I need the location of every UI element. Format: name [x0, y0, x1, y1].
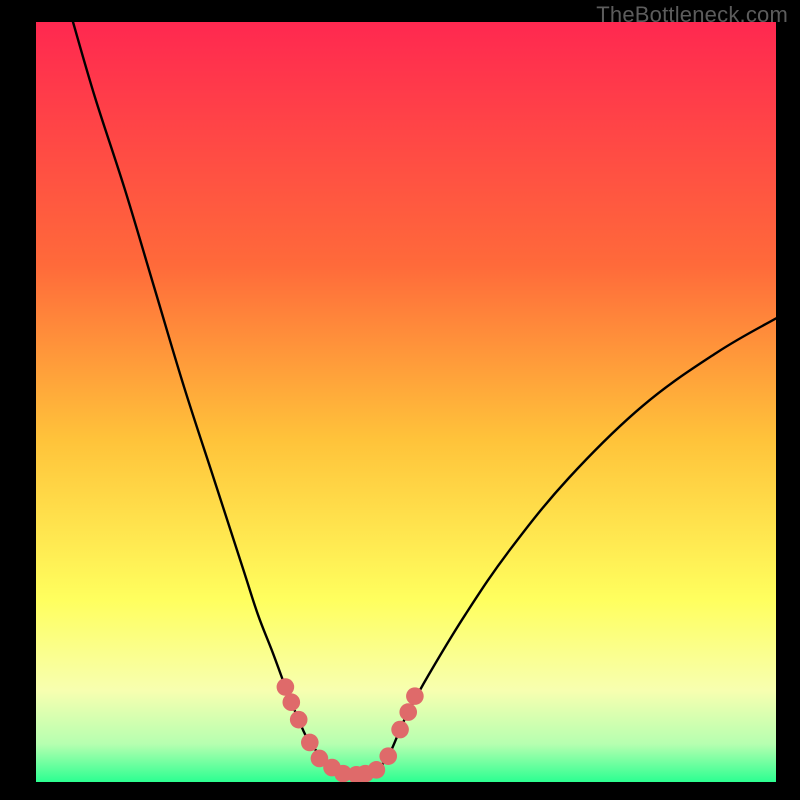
marker-dot: [368, 761, 386, 779]
marker-dot: [290, 711, 308, 729]
marker-dot: [399, 703, 417, 721]
marker-dot: [277, 678, 295, 696]
chart-frame: TheBottleneck.com: [0, 0, 800, 800]
marker-dot: [283, 693, 301, 711]
marker-dot: [379, 747, 397, 765]
bottleneck-plot: [36, 22, 776, 782]
marker-dot: [301, 734, 319, 752]
marker-dot: [391, 721, 409, 739]
marker-dot: [406, 687, 424, 705]
watermark-text: TheBottleneck.com: [596, 2, 788, 28]
plot-bg: [36, 22, 776, 782]
